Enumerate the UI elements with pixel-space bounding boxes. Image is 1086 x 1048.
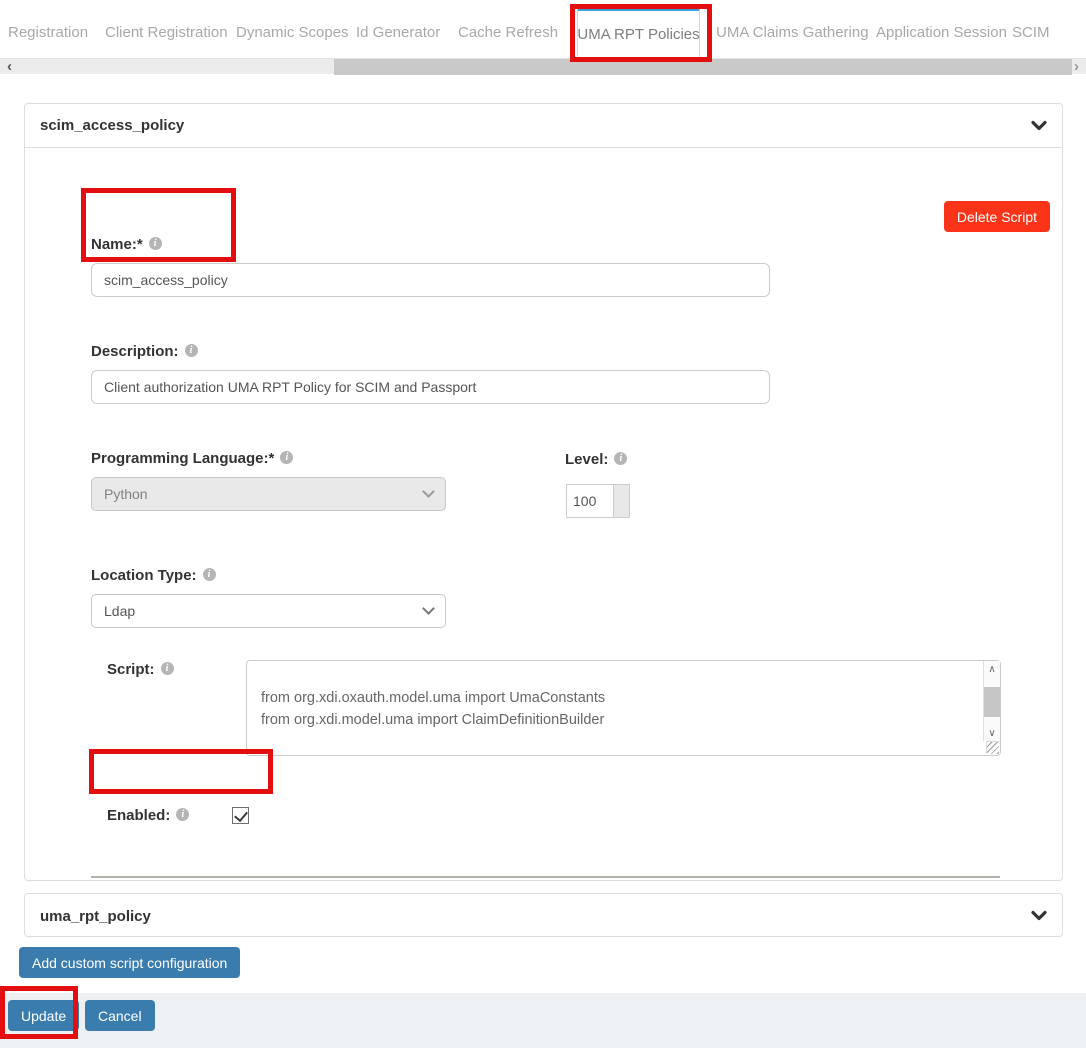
- footer-bar: Update Cancel: [0, 993, 1086, 1048]
- script-label: Script:: [107, 661, 174, 678]
- name-label-text: Name:*: [91, 236, 143, 253]
- programming-language-label-text: Programming Language:*: [91, 450, 274, 467]
- level-input[interactable]: [567, 485, 613, 517]
- description-label-text: Description:: [91, 343, 179, 360]
- description-label: Description:: [91, 343, 198, 360]
- panel-header-uma-rpt-policy[interactable]: uma_rpt_policy: [25, 894, 1062, 938]
- scroll-down-icon[interactable]: ∨: [984, 728, 1000, 739]
- script-textarea[interactable]: from org.xdi.oxauth.model.uma import Uma…: [247, 661, 982, 755]
- chevron-down-icon: [1031, 910, 1047, 922]
- programming-language-label: Programming Language:*: [91, 450, 293, 467]
- enabled-label-text: Enabled:: [107, 807, 170, 824]
- tab-bar: Registration Client Registration Dynamic…: [0, 0, 1086, 58]
- tab-scrollbar-track[interactable]: ‹ ›: [0, 58, 1086, 74]
- custom-scripts-page: Registration Client Registration Dynamic…: [0, 0, 1086, 1048]
- level-label: Level:: [565, 451, 627, 468]
- name-input[interactable]: [91, 263, 770, 297]
- script-scrollbar-thumb[interactable]: [984, 687, 1000, 717]
- tab-client-registration[interactable]: Client Registration: [105, 24, 228, 41]
- info-icon[interactable]: [203, 568, 216, 581]
- scroll-up-icon[interactable]: ∧: [984, 664, 1000, 675]
- script-scrollbar-track[interactable]: ∧ ∨: [983, 661, 1000, 741]
- tab-scrollbar-thumb[interactable]: [334, 59, 1072, 75]
- location-type-label: Location Type:: [91, 567, 216, 584]
- chevron-down-icon: [422, 485, 435, 498]
- level-label-text: Level:: [565, 451, 608, 468]
- enabled-label: Enabled:: [107, 807, 189, 824]
- info-icon[interactable]: [614, 452, 627, 465]
- programming-language-select[interactable]: Python: [91, 477, 446, 511]
- tab-application-session[interactable]: Application Session: [876, 24, 1007, 41]
- level-field: [566, 484, 630, 518]
- panel-title: uma_rpt_policy: [40, 908, 151, 925]
- chevron-down-icon: [1031, 120, 1047, 132]
- panel-body: Delete Script Name:* Description: Progra…: [25, 148, 1062, 881]
- tab-cache-refresh[interactable]: Cache Refresh: [458, 24, 558, 41]
- location-type-label-text: Location Type:: [91, 567, 197, 584]
- info-icon[interactable]: [161, 662, 174, 675]
- panel-title: scim_access_policy: [40, 117, 184, 134]
- tab-id-generator[interactable]: Id Generator: [356, 24, 440, 41]
- tab-uma-rpt-policies[interactable]: UMA RPT Policies: [577, 7, 700, 58]
- tab-uma-claims-gathering[interactable]: UMA Claims Gathering: [716, 24, 869, 41]
- panel-uma-rpt-policy: uma_rpt_policy: [24, 893, 1063, 937]
- info-icon[interactable]: [149, 237, 162, 250]
- chevron-down-icon: [422, 602, 435, 615]
- enabled-checkbox[interactable]: [232, 807, 249, 824]
- location-type-value: Ldap: [104, 603, 135, 619]
- info-icon[interactable]: [280, 451, 293, 464]
- level-spinner[interactable]: [613, 485, 629, 517]
- panel-header-scim-access-policy[interactable]: scim_access_policy: [25, 104, 1062, 148]
- resize-handle-icon[interactable]: [986, 741, 999, 754]
- panel-scim-access-policy: scim_access_policy Delete Script Name:* …: [24, 103, 1063, 881]
- active-tab-label: UMA RPT Policies: [577, 26, 699, 43]
- delete-script-button[interactable]: Delete Script: [944, 201, 1050, 232]
- programming-language-value: Python: [104, 486, 148, 502]
- info-icon[interactable]: [185, 344, 198, 357]
- scroll-right-icon[interactable]: ›: [1074, 59, 1079, 75]
- description-input[interactable]: [91, 370, 770, 404]
- script-editor: from org.xdi.oxauth.model.uma import Uma…: [246, 660, 1001, 756]
- add-custom-script-button[interactable]: Add custom script configuration: [19, 947, 240, 978]
- location-type-select[interactable]: Ldap: [91, 594, 446, 628]
- section-divider: [91, 876, 1000, 878]
- tab-registration[interactable]: Registration: [8, 24, 88, 41]
- cancel-button[interactable]: Cancel: [85, 1000, 155, 1031]
- name-label: Name:*: [91, 236, 162, 253]
- tab-scim[interactable]: SCIM: [1012, 24, 1050, 41]
- tab-dynamic-scopes[interactable]: Dynamic Scopes: [236, 24, 349, 41]
- update-button[interactable]: Update: [8, 1000, 79, 1031]
- script-label-text: Script:: [107, 661, 155, 678]
- scroll-left-icon[interactable]: ‹: [7, 59, 12, 75]
- info-icon[interactable]: [176, 808, 189, 821]
